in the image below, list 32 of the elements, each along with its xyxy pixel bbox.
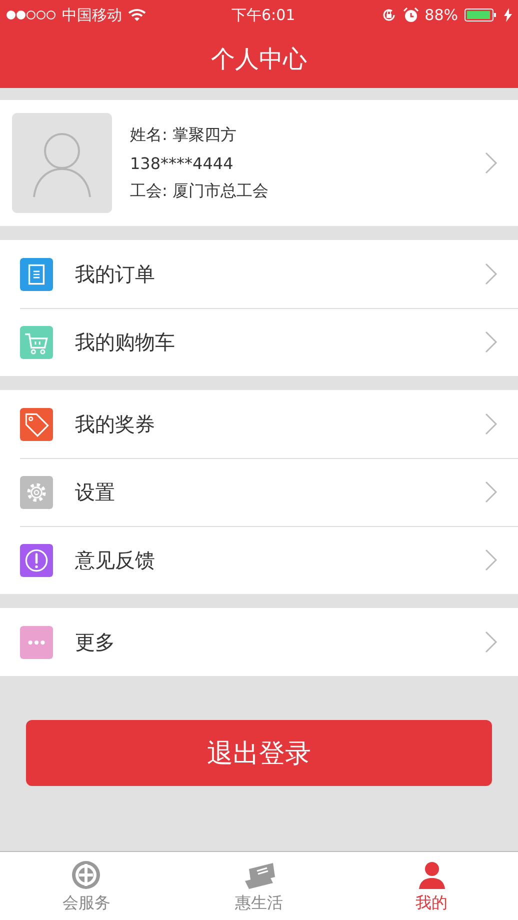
menu-item[interactable]: 我的订单: [0, 240, 518, 308]
menu-item[interactable]: 意见反馈: [0, 526, 518, 594]
battery-percent: 88%: [424, 6, 458, 24]
wifi-icon: [128, 8, 146, 22]
rotation-lock-icon: [380, 7, 397, 23]
battery-icon: [464, 7, 498, 23]
user-name: 姓名: 掌聚四方: [130, 124, 238, 146]
chevron-icon: [484, 630, 498, 654]
chevron-icon: [484, 262, 498, 286]
emblem-icon: [70, 858, 102, 890]
status-time: 下午6:01: [231, 6, 296, 24]
alarm-icon: [402, 7, 419, 23]
menu-item[interactable]: 设置: [0, 458, 518, 526]
tab[interactable]: 惠生活: [172, 852, 346, 920]
tab[interactable]: 会服务: [0, 852, 173, 920]
carrier-name: 中国移动: [62, 6, 122, 24]
menu-item[interactable]: 我的购物车: [0, 308, 518, 376]
chevron-icon: [484, 151, 498, 175]
union-name: 工会: 厦门市总工会: [130, 180, 270, 202]
chevron-icon: [484, 548, 498, 572]
chevron-icon: [484, 330, 498, 354]
profile-card[interactable]: 姓名: 掌聚四方 138****4444 工会: 厦门市总工会: [0, 100, 518, 226]
tab[interactable]: 我的: [345, 852, 518, 920]
page-title: 个人中心: [211, 44, 307, 75]
menu-item[interactable]: 更多: [0, 608, 518, 676]
logout-button[interactable]: 退出登录: [26, 720, 492, 786]
charging-icon: [504, 8, 512, 22]
chevron-icon: [484, 412, 498, 436]
signal-icon: [6, 10, 56, 20]
phone-number: 138****4444: [130, 154, 234, 172]
menu-item[interactable]: 我的奖券: [0, 390, 518, 458]
chevron-icon: [484, 480, 498, 504]
